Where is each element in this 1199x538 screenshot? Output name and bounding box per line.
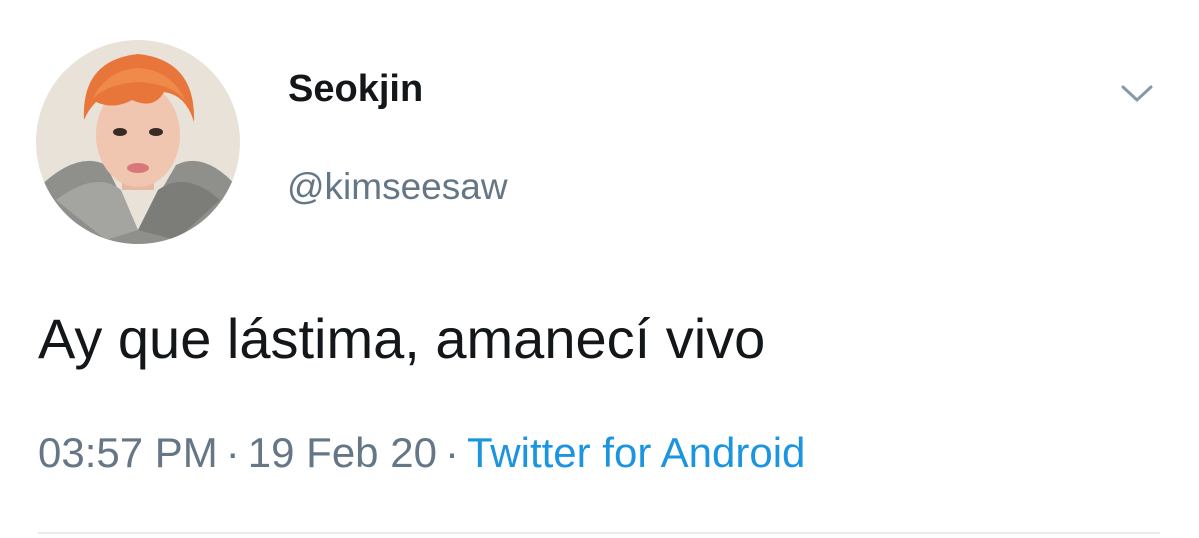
tweet-card: Seokjin @kimseesaw Ay que lástima, amane… [0,0,1199,538]
author-handle[interactable]: @kimseesaw [287,168,508,205]
tweet-source-link[interactable]: Twitter for Android [467,429,805,476]
tweet-text: Ay que lástima, amanecí vivo [38,307,766,370]
divider [38,532,1160,534]
chevron-down-icon [1121,85,1153,102]
profile-photo-icon [36,40,240,244]
tweet-metadata: 03:57 PM · 19 Feb 20 · Twitter for Android [38,432,805,474]
avatar[interactable] [36,40,240,244]
tweet-time[interactable]: 03:57 PM [38,429,218,476]
separator: · [225,429,240,476]
separator: · [444,429,459,476]
tweet-date[interactable]: 19 Feb 20 [248,429,437,476]
author-display-name[interactable]: Seokjin [288,70,423,108]
tweet-menu-button[interactable] [1114,74,1160,114]
